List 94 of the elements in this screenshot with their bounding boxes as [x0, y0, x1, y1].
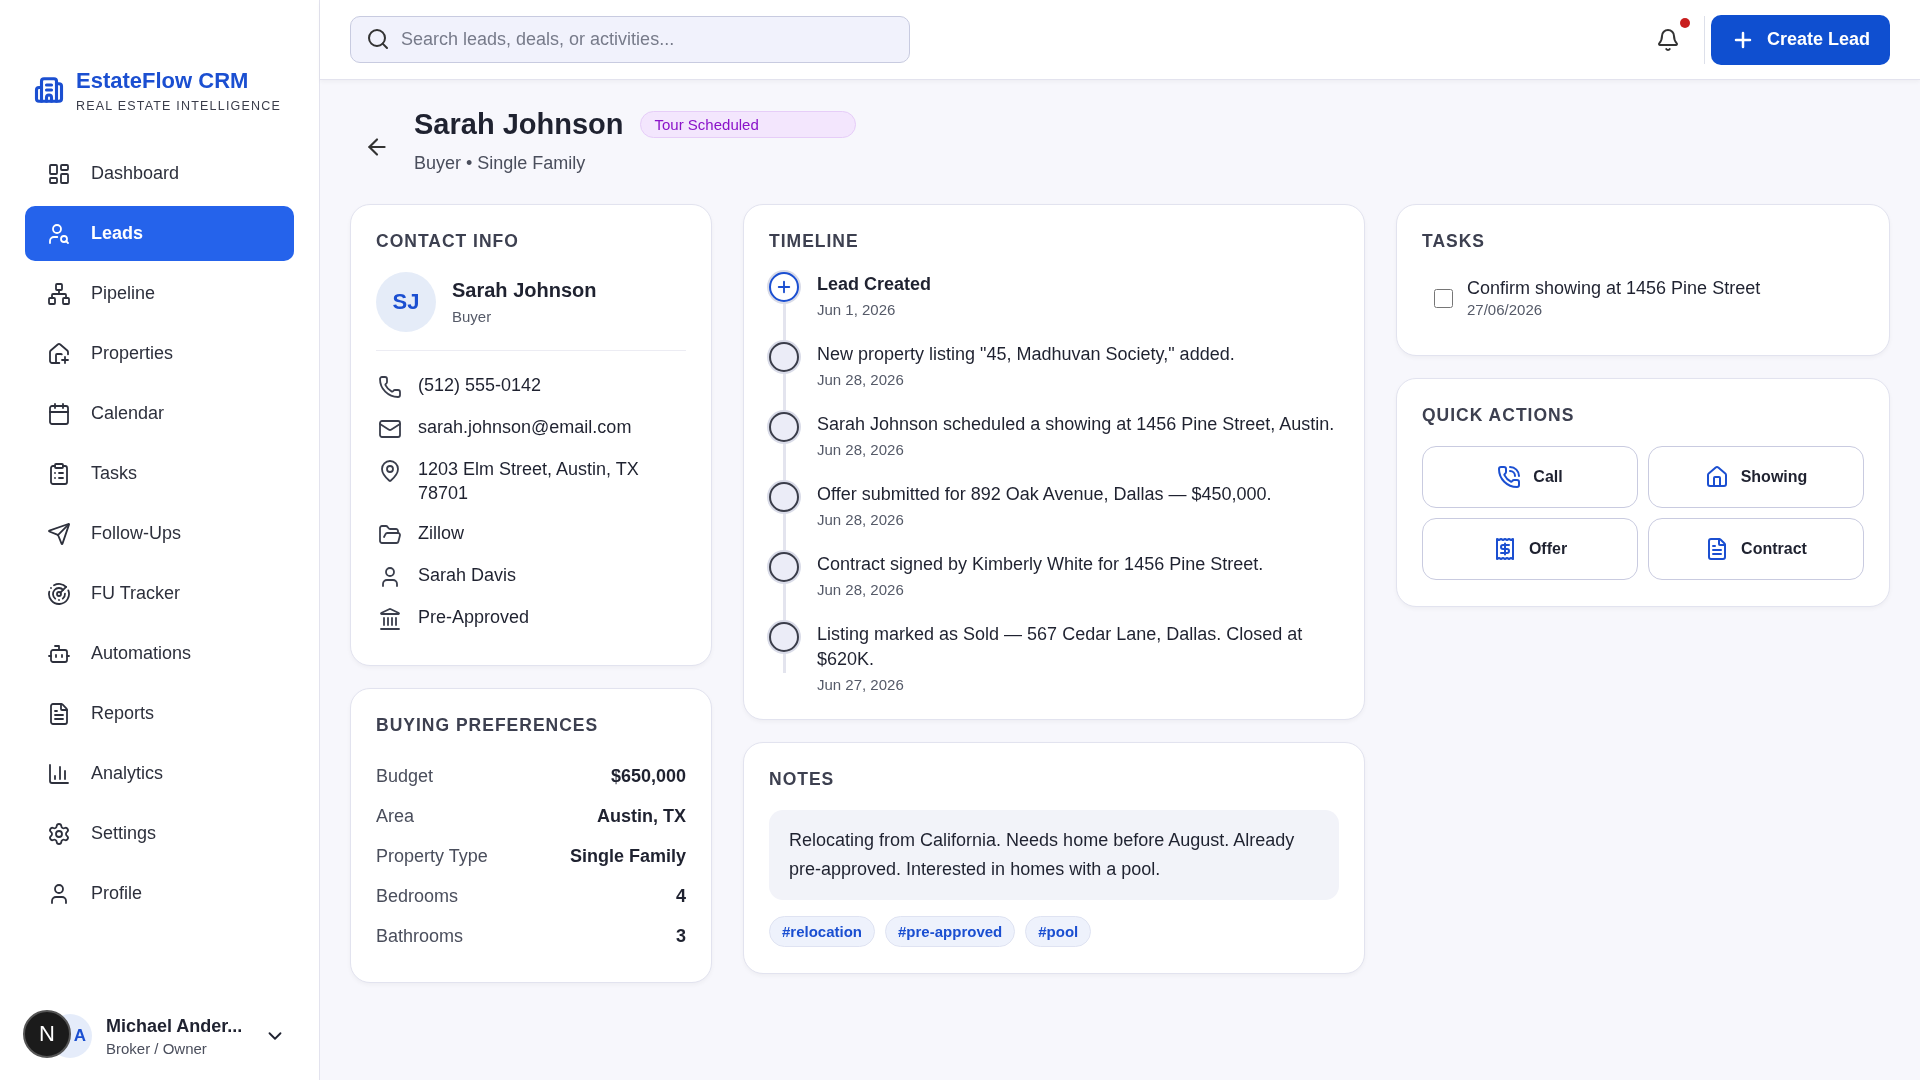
event-text: Sarah Johnson scheduled a showing at 1456 Pine Street, Austin.	[817, 413, 1335, 436]
preference-value: $650,000	[610, 765, 686, 787]
brand-tagline: REAL ESTATE INTELLIGENCE	[76, 98, 281, 113]
event-date: Jun 28, 2026	[817, 581, 905, 598]
tag-chip[interactable]: #pre-approved	[885, 916, 1016, 947]
dashboard-icon	[47, 161, 71, 186]
task-text: Confirm showing at 1456 Pine Street	[1467, 278, 1761, 299]
phone-icon	[376, 373, 404, 399]
contact-detail: 1203 Elm Street, Austin, TX 78701	[418, 458, 640, 505]
nav-item[interactable]: Automations	[25, 626, 294, 681]
card-title: TIMELINE	[769, 231, 860, 252]
card-title: TASKS	[1422, 231, 1486, 252]
nav-item[interactable]: Settings	[25, 806, 294, 861]
nav-item[interactable]: Reports	[25, 686, 294, 741]
event-date: Jun 28, 2026	[817, 371, 905, 388]
card-title: QUICK ACTIONS	[1422, 405, 1576, 426]
tag-chip[interactable]: #relocation	[769, 916, 876, 947]
card-title: CONTACT INFO	[376, 231, 520, 252]
preference-label: Budget	[376, 765, 434, 787]
event-text: Lead Created	[817, 273, 932, 296]
house-icon	[1704, 465, 1729, 489]
event-text: Offer submitted for 892 Oak Avenue, Dallas — $450,000.	[817, 483, 1272, 506]
preference-value: Single Family	[569, 845, 686, 867]
contact-role: Buyer	[452, 307, 492, 325]
contact-detail: (512) 555-0142	[418, 374, 542, 397]
nav-item[interactable]: Dashboard	[25, 146, 294, 201]
search-icon	[366, 27, 390, 51]
clipboard-icon	[47, 461, 71, 486]
plus-icon	[769, 272, 799, 302]
document-icon	[47, 701, 71, 726]
nav-item[interactable]: Profile	[25, 866, 294, 921]
dev-badge[interactable]: N	[23, 1010, 71, 1058]
logo-icon	[34, 75, 64, 105]
note-text: Relocating from California. Needs home before August. Already pre-approved. Interested in homes with a pool.	[769, 810, 1339, 900]
card-title: NOTES	[769, 769, 836, 790]
user-name: Michael Ander...	[106, 1015, 243, 1037]
brand-name: EstateFlow CRM	[76, 67, 250, 94]
nav-item[interactable]: Leads	[25, 206, 294, 261]
event-date: Jun 28, 2026	[817, 511, 905, 528]
lead-name: Sarah Johnson	[414, 108, 624, 141]
hierarchy-icon	[47, 281, 71, 306]
calendar-icon	[47, 401, 71, 426]
user-role: Broker / Owner	[106, 1039, 208, 1057]
nav-item[interactable]: Calendar	[25, 386, 294, 441]
event-text: New property listing "45, Madhuvan Society," added.	[817, 343, 1235, 366]
nav-item[interactable]: Analytics	[25, 746, 294, 801]
search-field[interactable]: Search leads, deals, or activities...	[350, 16, 910, 63]
quick-action-button[interactable]: Contract	[1648, 518, 1864, 580]
timeline-node	[769, 412, 799, 442]
event-date: Jun 1, 2026	[817, 301, 897, 318]
contact-avatar: SJ	[376, 272, 436, 332]
contact-detail: Zillow	[418, 522, 464, 545]
preference-label: Property Type	[376, 845, 488, 867]
contact-detail: sarah.johnson@email.com	[418, 416, 632, 439]
timeline-node	[769, 482, 799, 512]
nav-item[interactable]: Tasks	[25, 446, 294, 501]
phone-call-icon	[1497, 465, 1522, 489]
nav-item[interactable]: Follow-Ups	[25, 506, 294, 561]
quick-action-button[interactable]: Showing	[1648, 446, 1864, 508]
send-icon	[47, 521, 71, 546]
lead-subtitle: Buyer • Single Family	[414, 153, 587, 174]
nav-item[interactable]: Properties	[25, 326, 294, 381]
timeline-node	[769, 552, 799, 582]
create-lead-button[interactable]: Create Lead	[1710, 14, 1890, 65]
contact-name: Sarah Johnson	[452, 278, 597, 302]
timeline-node	[769, 342, 799, 372]
event-text: Contract signed by Kimberly White for 1456 Pine Street.	[817, 553, 1264, 576]
preference-value: Austin, TX	[597, 805, 686, 827]
bell-icon	[1655, 27, 1680, 52]
event-date: Jun 27, 2026	[817, 676, 905, 693]
event-date: Jun 28, 2026	[817, 441, 905, 458]
status-badge: Tour Scheduled	[639, 111, 856, 138]
quick-action-button[interactable]: Offer	[1422, 518, 1638, 580]
nav-item[interactable]: FU Tracker	[25, 566, 294, 621]
event-text: Listing marked as Sold — 567 Cedar Lane, Dallas. Closed at $620K.	[817, 623, 1304, 671]
tag-chip[interactable]: #pool	[1025, 916, 1092, 947]
contact-detail: Pre-Approved	[418, 606, 530, 629]
preference-label: Bathrooms	[376, 925, 464, 947]
nav-item[interactable]: Pipeline	[25, 266, 294, 321]
preference-value: 3	[676, 925, 686, 947]
radar-icon	[47, 581, 71, 606]
preference-label: Area	[376, 805, 415, 827]
house-icon	[47, 341, 71, 366]
contact-detail: Sarah Davis	[418, 564, 517, 587]
task-date: 27/06/2026	[1467, 301, 1543, 318]
quick-action-button[interactable]: Call	[1422, 446, 1638, 508]
task-checkbox[interactable]	[1434, 289, 1453, 308]
preference-label: Bedrooms	[376, 885, 459, 907]
card-title: BUYING PREFERENCES	[376, 715, 600, 736]
bar-chart-icon	[47, 761, 71, 786]
user-search-icon	[47, 221, 71, 246]
preference-value: 4	[676, 885, 686, 907]
settings-icon	[47, 821, 71, 846]
timeline-node	[769, 622, 799, 652]
